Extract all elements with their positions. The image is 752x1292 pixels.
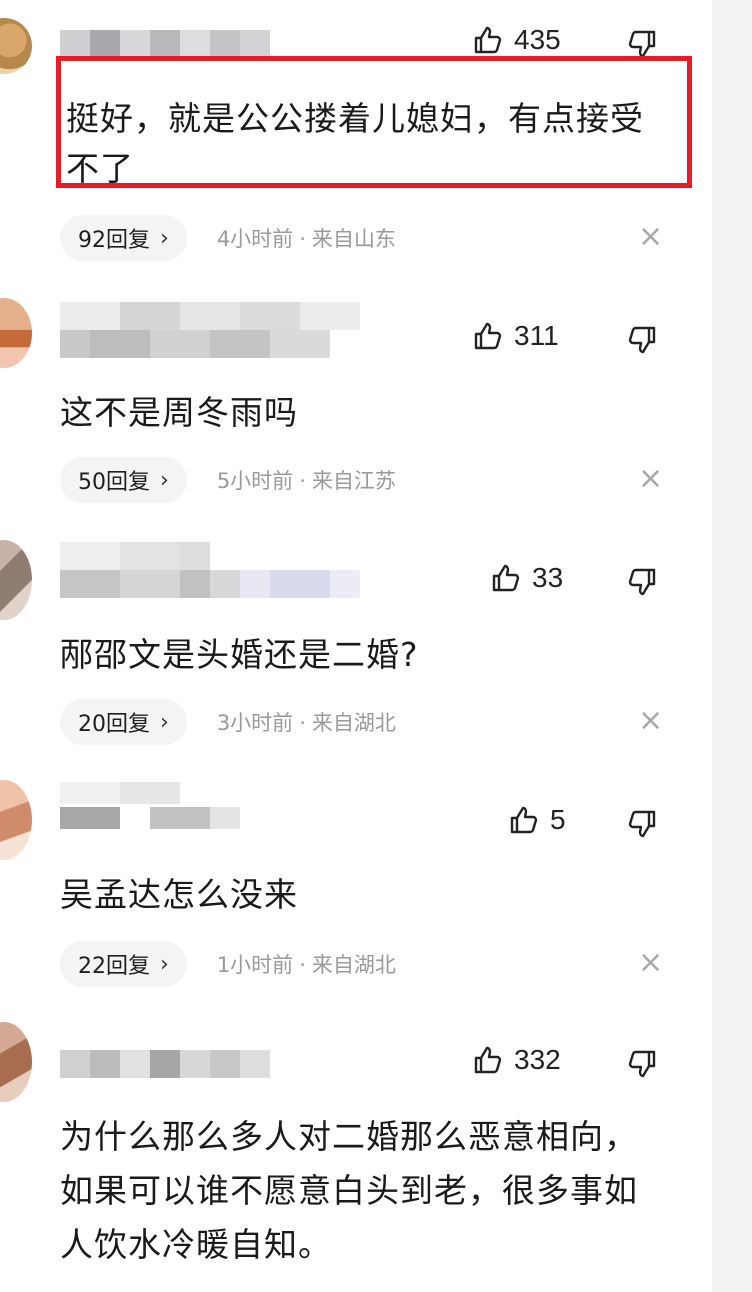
like-count: 435 — [514, 24, 561, 55]
right-edge-panel — [712, 0, 752, 1292]
highlight-box — [56, 56, 692, 188]
comment-text: 这不是周冬雨吗 — [60, 393, 298, 432]
thumbs-down-icon — [626, 1048, 658, 1080]
like-count: 311 — [514, 320, 559, 351]
close-icon[interactable]: × — [638, 948, 663, 978]
avatar[interactable] — [0, 18, 32, 74]
thumbs-down-icon — [626, 808, 658, 840]
comment-location: 来自湖北 — [311, 953, 396, 977]
comment-meta: 92回复 › 4小时前 · 来自山东 — [60, 214, 396, 262]
reply-count: 22回复 — [78, 954, 150, 979]
comment-time: 3小时前 — [216, 711, 294, 735]
like-count: 5 — [550, 804, 566, 835]
reply-count-button[interactable]: 92回复 › — [60, 215, 187, 261]
like-count: 33 — [532, 562, 564, 593]
comment-meta: 22回复 › 1小时前 · 来自湖北 — [60, 940, 396, 988]
avatar[interactable] — [0, 780, 32, 860]
avatar[interactable] — [0, 298, 32, 368]
chevron-right-icon: › — [160, 225, 169, 251]
separator-dot: · — [299, 469, 306, 493]
dislike-button[interactable] — [626, 324, 658, 356]
comment-time-location: 3小时前 · 来自湖北 — [217, 707, 396, 737]
thumbs-down-icon — [626, 324, 658, 356]
thumbs-up-icon — [490, 562, 522, 594]
close-icon[interactable]: × — [638, 464, 663, 494]
comment-time-location: 4小时前 · 来自山东 — [217, 223, 396, 253]
like-button[interactable]: 33 — [490, 562, 563, 594]
chevron-right-icon: › — [160, 467, 169, 493]
like-count: 332 — [514, 1044, 561, 1075]
username-blurred[interactable] — [60, 1050, 270, 1078]
comment-location: 来自江苏 — [311, 469, 396, 493]
thumbs-up-icon — [472, 1044, 504, 1076]
reply-count: 20回复 — [78, 712, 150, 737]
comment-time-location: 1小时前 · 来自湖北 — [217, 949, 396, 979]
comment-text: 邴邵文是头婚还是二婚? — [60, 635, 419, 674]
thumbs-up-icon — [472, 24, 504, 56]
reply-count-button[interactable]: 50回复 › — [60, 457, 187, 503]
dislike-button[interactable] — [626, 566, 658, 598]
reply-count-button[interactable]: 22回复 › — [60, 941, 187, 987]
separator-dot: · — [299, 711, 306, 735]
reply-count: 92回复 — [78, 228, 150, 253]
comment-location: 来自山东 — [311, 227, 396, 251]
thumbs-up-icon — [472, 320, 504, 352]
like-button[interactable]: 5 — [508, 804, 566, 836]
comment-time: 5小时前 — [216, 469, 294, 493]
reply-count-button[interactable]: 20回复 › — [60, 699, 187, 745]
separator-dot: · — [299, 227, 306, 251]
reply-count: 50回复 — [78, 470, 150, 495]
username-blurred[interactable] — [60, 302, 360, 358]
like-button[interactable]: 311 — [472, 320, 559, 352]
avatar[interactable] — [0, 1022, 32, 1102]
avatar[interactable] — [0, 540, 32, 620]
like-button[interactable]: 332 — [472, 1044, 561, 1076]
thumbs-up-icon — [508, 804, 540, 836]
dislike-button[interactable] — [626, 808, 658, 840]
dislike-button[interactable] — [626, 1048, 658, 1080]
thumbs-down-icon — [626, 566, 658, 598]
comment-time: 1小时前 — [216, 953, 294, 977]
username-blurred[interactable] — [60, 782, 260, 832]
chevron-right-icon: › — [160, 709, 169, 735]
username-blurred[interactable] — [60, 30, 270, 56]
comment-time-location: 5小时前 · 来自江苏 — [217, 465, 396, 495]
comment-meta: 20回复 › 3小时前 · 来自湖北 — [60, 698, 396, 746]
like-button[interactable]: 435 — [472, 24, 561, 56]
close-icon[interactable]: × — [638, 222, 663, 252]
comment-text: 为什么那么多人对二婚那么恶意相向，如果可以谁不愿意白头到老，很多事如人饮水冷暖自… — [60, 1117, 638, 1264]
comment-text: 吴孟达怎么没来 — [60, 875, 298, 914]
chevron-right-icon: › — [160, 951, 169, 977]
separator-dot: · — [299, 953, 306, 977]
username-blurred[interactable] — [60, 542, 360, 598]
comment-meta: 50回复 › 5小时前 · 来自江苏 — [60, 456, 396, 504]
close-icon[interactable]: × — [638, 706, 663, 736]
comment-time: 4小时前 — [216, 227, 294, 251]
comment-location: 来自湖北 — [311, 711, 396, 735]
